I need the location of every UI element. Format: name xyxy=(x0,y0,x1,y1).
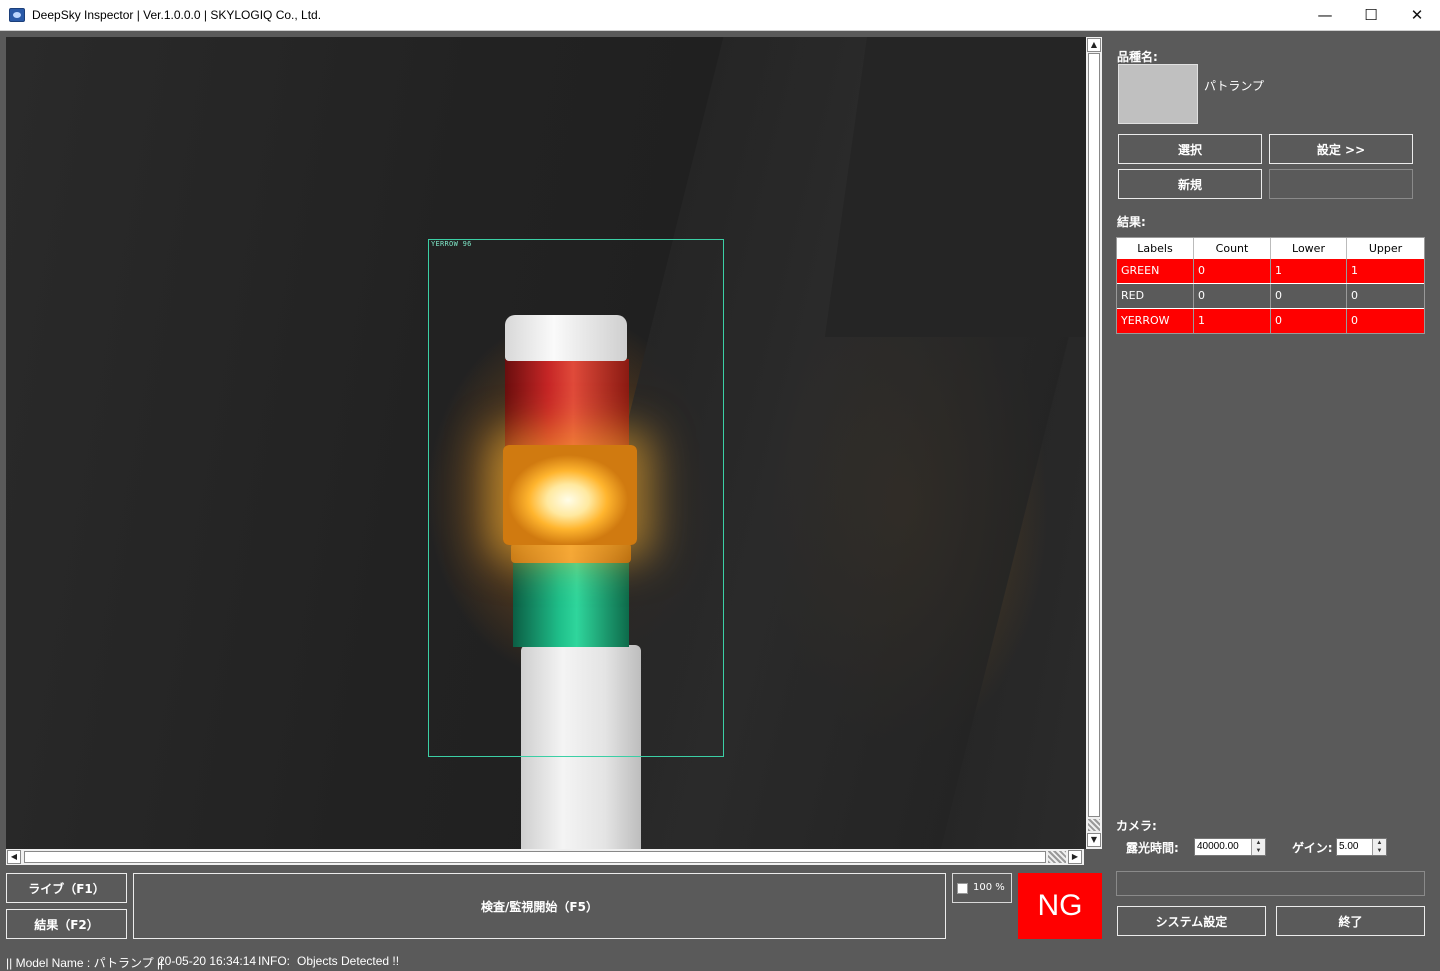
vertical-scroll-thumb[interactable] xyxy=(1088,53,1100,817)
settings-button[interactable]: 設定 >> xyxy=(1269,134,1413,164)
status-model: || Model Name : パトランプ || xyxy=(6,956,164,970)
exit-button[interactable]: 終了 xyxy=(1276,906,1425,936)
spin-up-icon[interactable]: ▲ xyxy=(1377,840,1383,846)
zoom-control[interactable]: 100 % xyxy=(952,873,1012,903)
column-header-count: Count xyxy=(1194,238,1271,259)
row-label: YERROW xyxy=(1117,309,1194,333)
table-row[interactable]: YERROW 1 0 0 xyxy=(1117,309,1424,333)
title-bar: DeepSky Inspector | Ver.1.0.0.0 | SKYLOG… xyxy=(0,0,1440,31)
minimize-button[interactable]: — xyxy=(1302,0,1348,31)
select-button[interactable]: 選択 xyxy=(1118,134,1262,164)
camera-label: カメラ: xyxy=(1116,819,1157,833)
window-title: DeepSky Inspector | Ver.1.0.0.0 | SKYLOG… xyxy=(32,8,322,22)
spin-down-icon[interactable]: ▼ xyxy=(1256,848,1262,854)
column-header-lower: Lower xyxy=(1271,238,1347,259)
exposure-spinner[interactable]: 40000.00 ▲ ▼ xyxy=(1194,838,1266,856)
detection-bounding-box: YERROW 96 xyxy=(428,239,724,757)
background-fabric-fold xyxy=(824,37,1086,337)
zoom-checkbox[interactable] xyxy=(957,883,968,894)
row-lower: 1 xyxy=(1271,259,1347,283)
spin-down-icon[interactable]: ▼ xyxy=(1377,848,1383,854)
result-button[interactable]: 結果（F2） xyxy=(6,909,127,939)
live-button[interactable]: ライブ（F1） xyxy=(6,873,127,903)
close-button[interactable]: ✕ xyxy=(1394,0,1440,31)
scroll-right-arrow-icon[interactable]: ▶ xyxy=(1068,850,1082,864)
inspect-start-button[interactable]: 検査/監視開始（F5） xyxy=(133,873,946,939)
row-upper: 0 xyxy=(1351,314,1358,327)
product-name: パトランプ xyxy=(1204,79,1265,93)
new-button[interactable]: 新規 xyxy=(1118,169,1262,199)
system-settings-button[interactable]: システム設定 xyxy=(1117,906,1266,936)
maximize-button[interactable]: ☐ xyxy=(1348,0,1394,31)
scroll-left-arrow-icon[interactable]: ◀ xyxy=(7,850,21,864)
gain-label: ゲイン: xyxy=(1292,841,1333,855)
results-label: 結果: xyxy=(1117,215,1146,229)
scroll-down-arrow-icon[interactable]: ▼ xyxy=(1087,833,1101,847)
gain-value: 5.00 xyxy=(1339,841,1359,852)
column-header-upper: Upper xyxy=(1368,242,1403,255)
results-table: Labels Count Lower Upper GREEN 0 1 1 RED… xyxy=(1116,237,1425,334)
camera-viewport[interactable]: YERROW 96 xyxy=(6,37,1086,849)
app-logo-icon xyxy=(9,8,25,22)
row-label: GREEN xyxy=(1117,259,1194,283)
empty-button xyxy=(1269,169,1413,199)
row-lower: 0 xyxy=(1271,284,1347,308)
status-info-label: INFO: xyxy=(258,954,290,968)
status-info-message: Objects Detected !! xyxy=(297,954,400,968)
row-lower: 0 xyxy=(1271,309,1347,333)
status-bar: || Model Name : パトランプ || 20-05-20 16:34:… xyxy=(0,951,1440,971)
product-label: 品種名: xyxy=(1117,50,1158,64)
message-field xyxy=(1116,871,1425,896)
horizontal-scrollbar[interactable]: ◀ ▶ xyxy=(6,849,1084,865)
horizontal-scroll-thumb[interactable] xyxy=(24,851,1046,863)
gain-spin-buttons[interactable]: ▲ ▼ xyxy=(1372,839,1386,855)
exposure-spin-buttons[interactable]: ▲ ▼ xyxy=(1251,839,1265,855)
row-count: 0 xyxy=(1194,259,1271,283)
zoom-value: 100 % xyxy=(973,882,1005,893)
gain-spinner[interactable]: 5.00 ▲ ▼ xyxy=(1336,838,1387,856)
vertical-scrollbar[interactable]: ▲ ▼ xyxy=(1086,37,1102,849)
detection-label: YERROW 96 xyxy=(431,240,472,248)
row-label: RED xyxy=(1117,284,1194,308)
row-count: 0 xyxy=(1194,284,1271,308)
scroll-up-arrow-icon[interactable]: ▲ xyxy=(1087,38,1101,52)
results-header: Labels Count Lower Upper xyxy=(1117,238,1424,259)
spin-up-icon[interactable]: ▲ xyxy=(1256,840,1262,846)
exposure-value: 40000.00 xyxy=(1197,841,1239,852)
row-upper: 0 xyxy=(1351,289,1358,302)
judgement-indicator: NG xyxy=(1018,873,1102,939)
product-thumbnail xyxy=(1118,64,1198,124)
status-timestamp: 20-05-20 16:34:14 xyxy=(158,954,257,968)
row-count: 1 xyxy=(1194,309,1271,333)
column-header-labels: Labels xyxy=(1117,238,1194,259)
exposure-label: 露光時間: xyxy=(1126,841,1179,855)
vertical-scroll-grip[interactable] xyxy=(1088,819,1100,831)
table-row[interactable]: GREEN 0 1 1 xyxy=(1117,259,1424,283)
table-row[interactable]: RED 0 0 0 xyxy=(1117,284,1424,308)
horizontal-scroll-grip[interactable] xyxy=(1048,851,1066,863)
row-upper: 1 xyxy=(1351,264,1358,277)
